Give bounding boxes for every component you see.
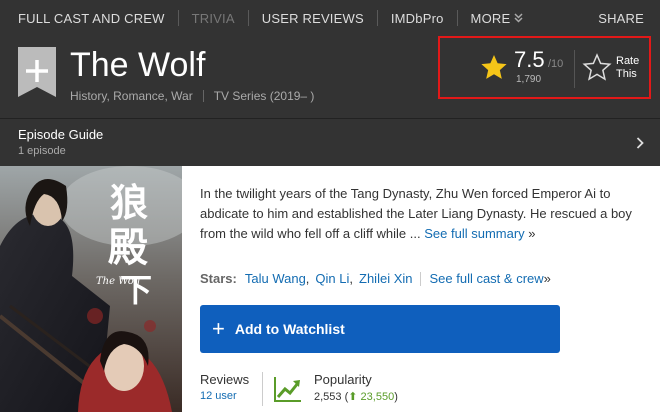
rate-this-button[interactable]: Rate This — [582, 52, 648, 86]
subline-divider — [202, 90, 204, 102]
nav-divider — [376, 10, 378, 26]
double-chevron-down-icon — [514, 13, 523, 23]
nav-trivia[interactable]: TRIVIA — [192, 11, 235, 26]
up-arrow-icon: ⬆ — [348, 391, 358, 403]
rate-label-line-2: This — [616, 68, 637, 80]
poster-english-title: The Wolf — [96, 276, 143, 287]
user-reviews-link[interactable]: 12 user — [200, 390, 249, 402]
plot-summary: In the twilight years of the Tang Dynast… — [200, 184, 645, 244]
page-title: The Wolf — [70, 46, 206, 84]
poster-calligraphy-2: 殿 — [108, 224, 148, 271]
star-rating-icon — [481, 55, 507, 79]
title-header: The Wolf History, Romance, War TV Series… — [0, 36, 660, 118]
comma-separator: , — [349, 271, 354, 286]
nav-divider — [456, 10, 458, 26]
episode-count: 1 episode — [18, 145, 66, 157]
title-subline: History, Romance, War TV Series (2019– ) — [70, 89, 314, 103]
reviews-divider — [262, 372, 263, 406]
nav-divider — [177, 10, 179, 26]
poster-image[interactable]: 狼 殿 下 The Wolf — [0, 166, 182, 412]
share-button[interactable]: SHARE — [598, 11, 644, 26]
series-type[interactable]: TV Series (2019– ) — [214, 89, 315, 103]
poster-art: 狼 殿 下 The Wolf — [0, 166, 182, 412]
summary-text: In the twilight years of the Tang Dynast… — [200, 186, 632, 241]
popularity-change: (⬆ 23,550) — [344, 391, 398, 403]
see-full-cast-link[interactable]: See full cast & crew — [429, 271, 543, 286]
watchlist-label: Add to Watchlist — [234, 321, 345, 337]
popularity-label: Popularity — [314, 372, 372, 387]
rating-scale: /10 — [548, 58, 564, 70]
stars-credits: Stars: Talu Wang, Qin Li, Zhilei Xin See… — [200, 271, 551, 286]
rating-value: 7.5 — [514, 47, 545, 72]
poster-calligraphy-1: 狼 — [110, 180, 148, 225]
reviews-block: Reviews 12 user — [200, 372, 249, 402]
see-full-summary-link[interactable]: See full summary — [424, 226, 524, 241]
popularity-value: 2,553 (⬆ 23,550) — [314, 390, 398, 403]
star-outline-icon — [582, 53, 612, 81]
plus-icon: + — [212, 316, 225, 341]
popularity-rank: 2,553 — [314, 391, 342, 403]
episode-guide-title: Episode Guide — [18, 127, 104, 142]
summary-raquo: » — [524, 226, 536, 241]
rate-this-label: Rate This — [616, 55, 646, 81]
nav-more[interactable]: MORE — [471, 11, 524, 26]
star-link[interactable]: Zhilei Xin — [359, 271, 412, 286]
nav-full-cast[interactable]: FULL CAST AND CREW — [18, 11, 165, 26]
popularity-block: Popularity 2,553 (⬆ 23,550) — [314, 372, 398, 403]
genres-link[interactable]: History, Romance, War — [70, 89, 193, 103]
popularity-trend-icon — [274, 377, 301, 402]
main-content: 狼 殿 下 The Wolf In the twilight years of … — [0, 166, 660, 412]
stars-divider — [420, 271, 422, 286]
nav-divider — [247, 10, 249, 26]
vote-count[interactable]: 1,790 — [516, 74, 541, 85]
nav-user-reviews[interactable]: USER REVIEWS — [262, 11, 364, 26]
cast-raquo: » — [543, 271, 551, 286]
rating-divider — [574, 50, 575, 88]
rate-label-line-1: Rate — [616, 55, 640, 67]
rating-highlight-box: 7.5 /10 1,790 Rate This — [438, 36, 651, 99]
chevron-right-icon — [636, 137, 644, 149]
add-to-watchlist-ribbon-icon[interactable] — [18, 47, 56, 97]
add-to-watchlist-button[interactable]: + Add to Watchlist — [200, 305, 560, 353]
stars-label: Stars: — [200, 271, 237, 286]
nav-imdbpro[interactable]: IMDbPro — [391, 11, 444, 26]
star-link[interactable]: Talu Wang — [245, 271, 306, 286]
comma-separator: , — [305, 271, 310, 286]
episode-guide[interactable]: Episode Guide 1 episode — [0, 118, 660, 166]
star-link[interactable]: Qin Li — [315, 271, 349, 286]
nav-more-label: MORE — [470, 10, 511, 26]
reviews-label: Reviews — [200, 372, 250, 387]
top-nav: FULL CAST AND CREW TRIVIA USER REVIEWS I… — [0, 0, 660, 36]
popularity-change-value: 23,550 — [360, 391, 395, 403]
